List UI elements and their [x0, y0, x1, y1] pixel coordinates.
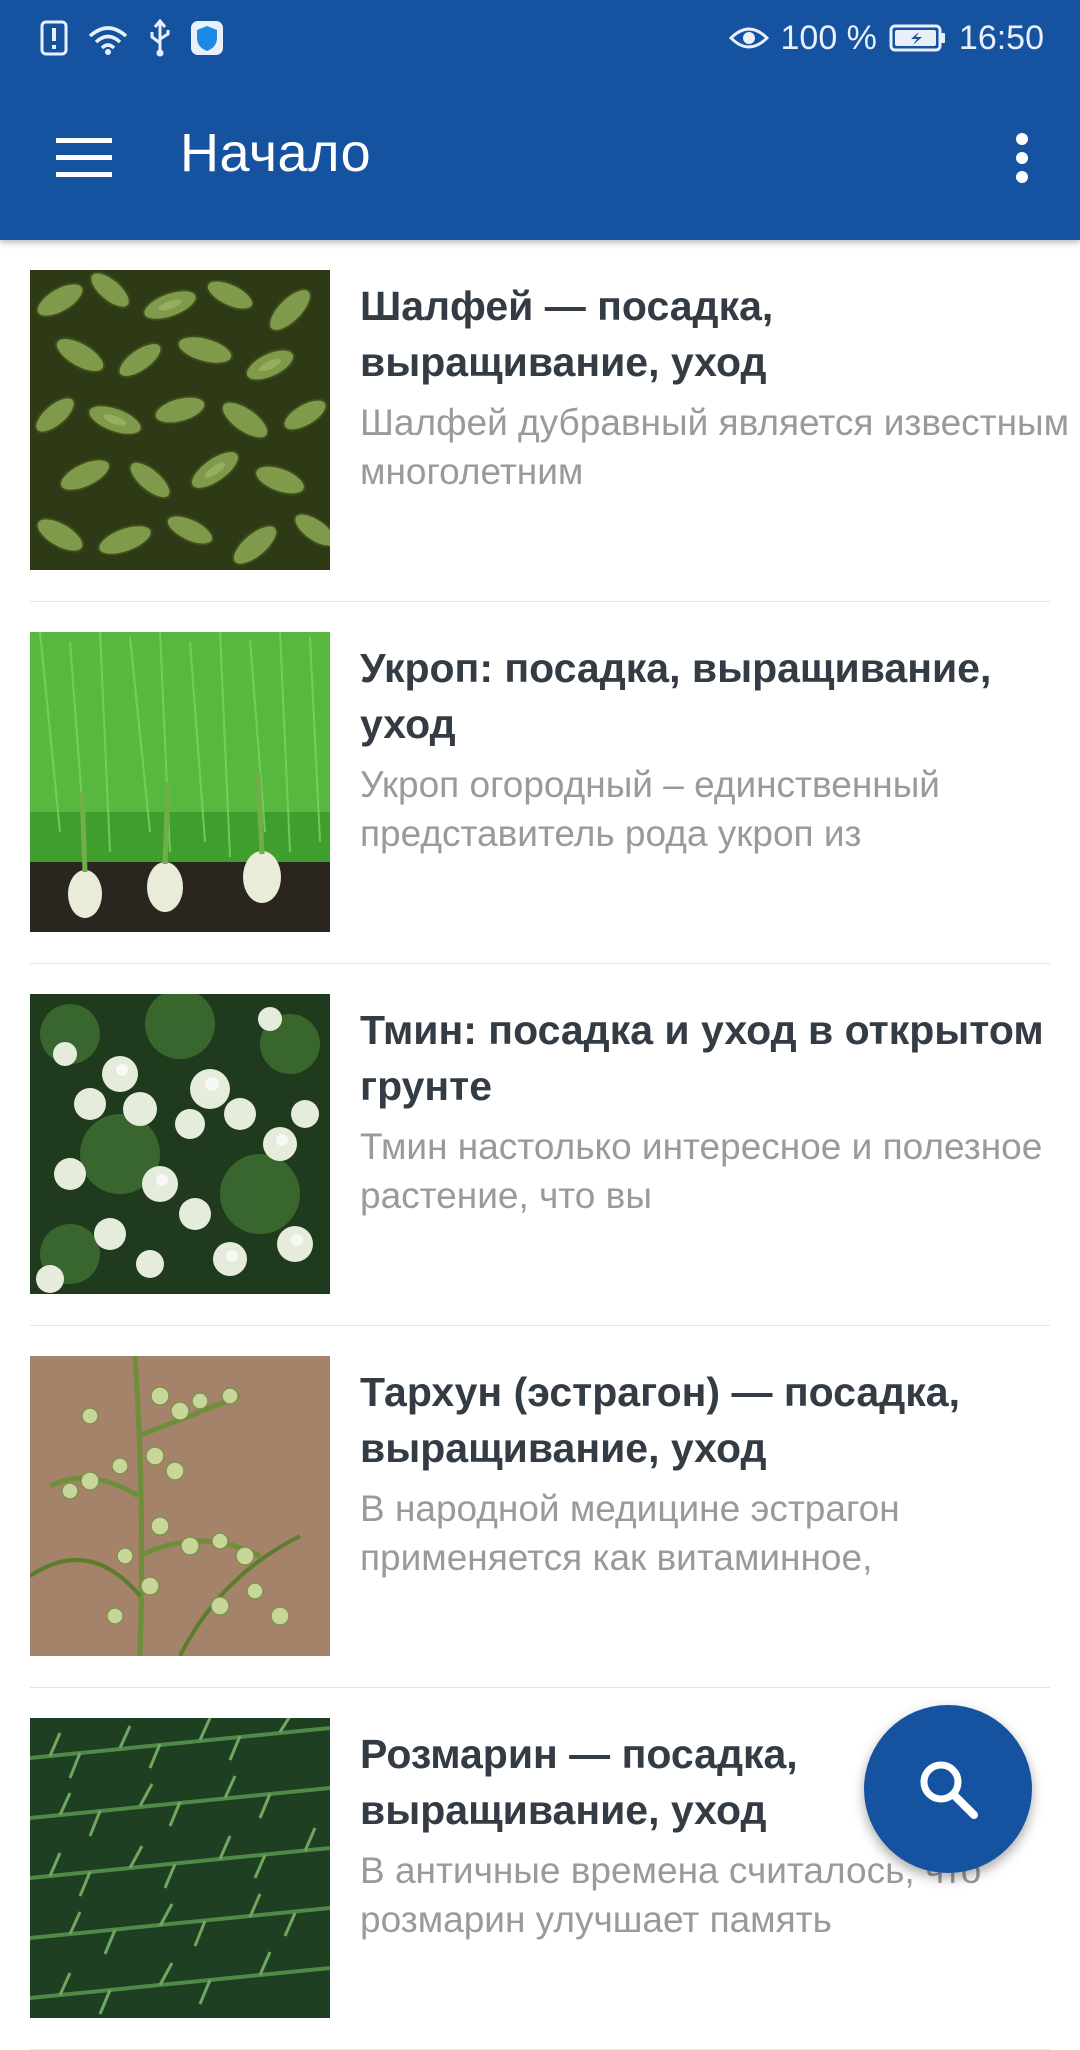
battery-percent: 100 %: [780, 18, 877, 57]
article-thumbnail: [30, 1356, 330, 1656]
article-excerpt: Шалфей дубравный является известным мног…: [360, 402, 1070, 492]
article-item-sage[interactable]: Шалфей — посадка, выращивание, уход Шалф…: [30, 240, 1069, 602]
article-excerpt: Тмин настолько интересное и полезное рас…: [360, 1126, 1043, 1216]
article-excerpt: Укроп огородный – единственный представи…: [360, 764, 940, 854]
status-bar: 100 % 16:50: [0, 0, 1080, 76]
overflow-menu-button[interactable]: [992, 120, 1052, 196]
article-item-caraway[interactable]: Тмин: посадка и уход в открытом грунте Т…: [30, 964, 1050, 1326]
eye-icon: [728, 23, 769, 53]
status-bar-right: 100 % 16:50: [728, 14, 1044, 62]
article-title: Укроп: посадка, выращивание, уход: [360, 645, 992, 747]
usb-icon: [148, 19, 172, 57]
wifi-icon: [86, 20, 130, 56]
menu-icon: [56, 138, 112, 177]
article-title: Шалфей — посадка, выращивание, уход: [360, 283, 774, 385]
battery-icon: [889, 23, 947, 53]
article-thumbnail: [30, 1718, 330, 2018]
article-item-tarragon[interactable]: Тархун (эстрагон) — посадка, выращивание…: [30, 1326, 1050, 1688]
top-bar: 100 % 16:50 Начало: [0, 0, 1080, 240]
article-thumbnail: [30, 270, 330, 570]
article-item-dill[interactable]: Укроп: посадка, выращивание, уход Укроп …: [30, 602, 1050, 964]
app-title: Начало: [180, 123, 372, 183]
menu-button[interactable]: [40, 120, 128, 196]
status-bar-left-icons: [40, 16, 224, 60]
search-fab-button[interactable]: [864, 1705, 1032, 1873]
search-icon: [920, 1761, 978, 1819]
article-thumbnail: [30, 632, 330, 932]
shield-icon: [190, 20, 224, 56]
article-title: Тмин: посадка и уход в открытом грунте: [360, 1007, 1044, 1109]
app-bar: Начало: [0, 76, 1080, 240]
article-excerpt: В народной медицине эстрагон применяется…: [360, 1488, 900, 1578]
article-title: Тархун (эстрагон) — посадка, выращивание…: [360, 1369, 960, 1471]
alert-icon: [40, 20, 68, 56]
more-vertical-icon: [1016, 133, 1028, 183]
article-thumbnail: [30, 994, 330, 1294]
clock: 16:50: [958, 18, 1044, 57]
